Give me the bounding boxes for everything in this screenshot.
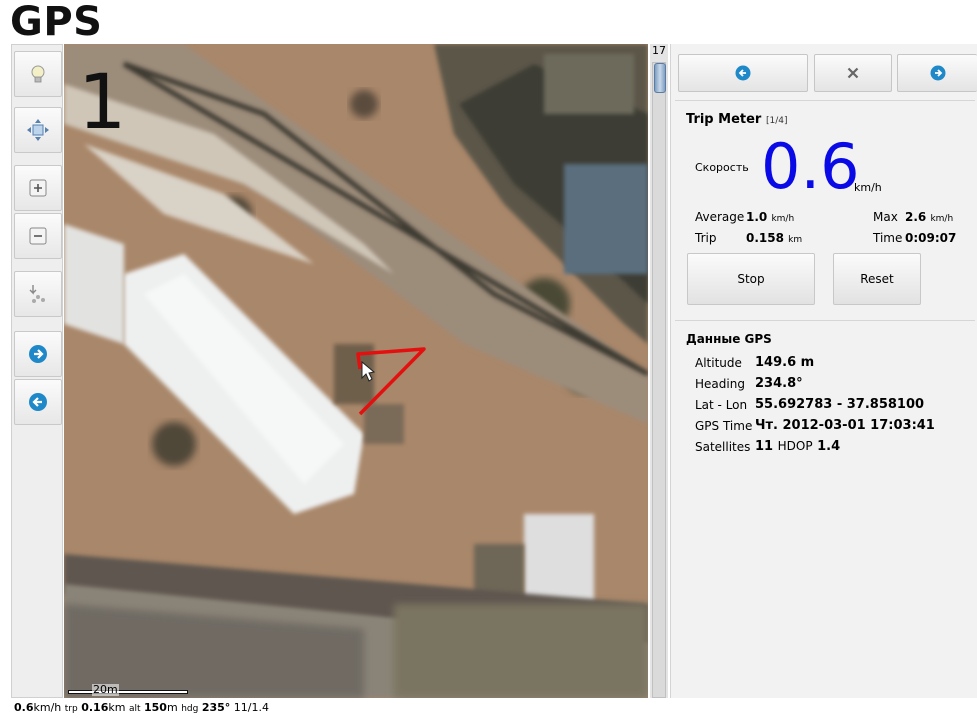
status-trip-value: 0.16 — [81, 701, 109, 714]
speed-label: Скорость — [695, 161, 749, 174]
time-value: 0:09:07 — [905, 231, 957, 245]
average-value: 1.0 km/h — [746, 210, 794, 224]
satellites-number: 11 — [755, 439, 774, 454]
zoom-slider-track[interactable] — [652, 62, 666, 698]
altitude-label: Altitude — [695, 356, 742, 370]
status-trip-unit: km — [108, 701, 126, 714]
max-number: 2.6 — [905, 210, 927, 224]
satellites-label: Satellites — [695, 440, 751, 454]
altitude-value: 149.6 m — [755, 355, 815, 370]
max-value: 2.6 km/h — [905, 210, 953, 224]
satellite-imagery — [64, 44, 648, 698]
light-button[interactable] — [14, 51, 62, 97]
scale-line — [68, 690, 188, 694]
max-label: Max — [873, 210, 898, 224]
arrow-left-icon — [29, 393, 47, 411]
gps-data-title: Данные GPS — [686, 332, 772, 346]
map-view[interactable]: 1 20m — [64, 44, 648, 698]
status-speed-unit: km/h — [33, 701, 62, 714]
status-bar: 0.6km/h trp 0.16km alt 150m hdg 235° 11/… — [14, 700, 674, 716]
next-page-button[interactable] — [897, 54, 977, 92]
hdop-value: 1.4 — [817, 439, 841, 454]
scale-bar: 20m — [68, 684, 188, 696]
info-panel: Trip Meter [1/4] Скорость 0.6 km/h Avera… — [670, 44, 977, 698]
close-button[interactable] — [814, 54, 892, 92]
center-button[interactable] — [14, 107, 62, 153]
zoom-out-button[interactable] — [14, 213, 62, 259]
trip-number: 0.158 — [746, 231, 784, 245]
reset-button[interactable]: Reset — [833, 253, 921, 305]
status-trip-label: trp — [64, 704, 78, 714]
gps-time-value: Чт. 2012-03-01 17:03:41 — [755, 418, 935, 433]
latlon-label: Lat - Lon — [695, 398, 748, 412]
stop-button[interactable]: Stop — [687, 253, 815, 305]
app-title: GPS — [10, 0, 103, 45]
divider — [675, 100, 975, 101]
back-button[interactable] — [14, 379, 62, 425]
latlon-value: 55.692783 - 37.858100 — [755, 397, 925, 412]
map-zoom-number: 1 — [78, 57, 127, 146]
zoom-out-icon — [29, 227, 47, 245]
arrow-left-icon — [735, 65, 751, 81]
status-alt-label: alt — [128, 704, 141, 714]
average-number: 1.0 — [746, 210, 768, 224]
divider — [675, 320, 975, 321]
gps-time-label: GPS Time — [695, 419, 753, 433]
speed-unit: km/h — [854, 181, 882, 194]
time-label: Time — [873, 231, 903, 245]
status-alt-value: 150 — [144, 701, 167, 714]
trip-value: 0.158 km — [746, 231, 802, 245]
waypoints-icon — [29, 285, 45, 303]
satellites-value: 11 HDOP 1.4 — [755, 439, 840, 454]
move-icon — [27, 119, 49, 141]
average-unit: km/h — [771, 214, 795, 224]
arrow-right-icon — [930, 65, 945, 81]
trip-meter-title: Trip Meter — [686, 112, 762, 127]
zoom-in-icon — [29, 179, 47, 197]
heading-label: Heading — [695, 377, 745, 391]
trip-unit: km — [788, 235, 803, 245]
scale-label: 20m — [92, 683, 119, 696]
zoom-level-label: 17 — [652, 44, 666, 57]
trip-page-indicator: [1/4] — [766, 116, 788, 126]
trip-label: Trip — [695, 231, 717, 245]
speed-value: 0.6 — [761, 130, 860, 203]
forward-button[interactable] — [14, 331, 62, 377]
status-alt-unit: m — [166, 701, 178, 714]
max-unit: km/h — [930, 214, 954, 224]
heading-value: 234.8° — [755, 376, 803, 391]
waypoints-button[interactable] — [14, 271, 62, 317]
average-label: Average — [695, 210, 745, 224]
lightbulb-icon — [31, 65, 45, 83]
status-speed: 0.6 — [14, 701, 34, 714]
status-hdg-label: hdg — [181, 704, 199, 714]
zoom-slider[interactable]: 17 — [650, 44, 668, 698]
close-icon — [847, 67, 859, 79]
prev-page-button[interactable] — [678, 54, 808, 92]
map-toolbar — [11, 44, 63, 698]
hdop-label: HDOP — [777, 439, 813, 453]
status-sats: 11/1.4 — [233, 701, 269, 714]
zoom-slider-thumb[interactable] — [654, 63, 666, 93]
arrow-right-icon — [29, 345, 47, 363]
zoom-in-button[interactable] — [14, 165, 62, 211]
status-hdg-value: 235° — [201, 701, 231, 714]
